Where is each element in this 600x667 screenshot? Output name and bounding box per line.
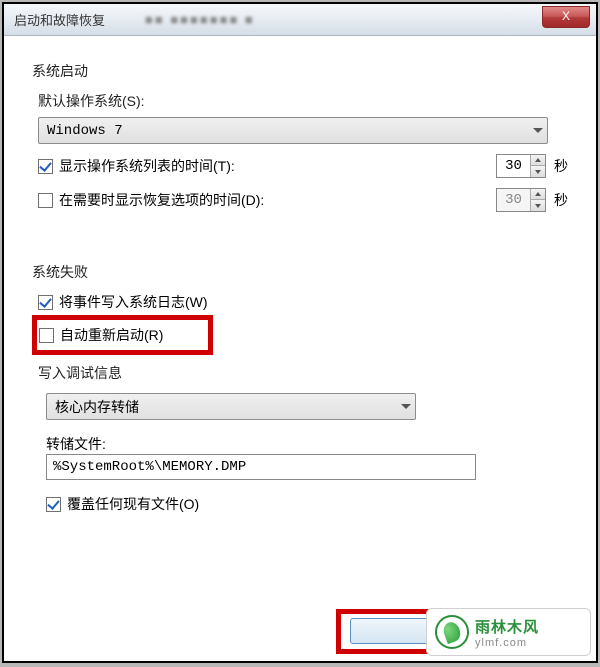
spinner-down-button[interactable] [531, 166, 545, 177]
auto-restart-highlight: 自动重新启动(R) [32, 315, 213, 355]
arrow-up-icon [535, 192, 541, 196]
system-failure-section: 系统失败 [32, 262, 568, 282]
arrow-down-icon [535, 204, 541, 208]
seconds-unit: 秒 [554, 156, 568, 176]
overwrite-checkbox[interactable] [46, 497, 61, 512]
watermark-url: ylmf.com [475, 637, 539, 649]
blurred-title-extra: ■■ ■■■■■■■ ■ [145, 12, 255, 27]
default-os-dropdown[interactable]: Windows 7 [38, 117, 548, 144]
os-list-time-spinner[interactable]: 30 [496, 154, 546, 178]
show-recovery-row: 在需要时显示恢复选项的时间(D): 30 秒 [38, 188, 568, 212]
auto-restart-checkbox[interactable] [39, 328, 54, 343]
titlebar: 启动和故障恢复 ■■ ■■■■■■■ ■ X [4, 4, 596, 36]
spinner-up-button[interactable] [531, 189, 545, 200]
show-recovery-label: 在需要时显示恢复选项的时间(D): [59, 190, 496, 210]
show-os-list-row: 显示操作系统列表的时间(T): 30 秒 [38, 154, 568, 178]
system-startup-section: 系统启动 [32, 61, 568, 81]
window-title: 启动和故障恢复 [14, 10, 105, 29]
default-os-label: 默认操作系统(S): [38, 91, 568, 111]
recovery-time-spinner[interactable]: 30 [496, 188, 546, 212]
watermark-title: 雨林木风 [475, 616, 539, 637]
chevron-down-icon [533, 128, 543, 133]
dialog-content: 系统启动 默认操作系统(S): Windows 7 显示操作系统列表的时间(T)… [4, 36, 596, 514]
show-os-list-label: 显示操作系统列表的时间(T): [59, 156, 496, 176]
recovery-time-value: 30 [497, 192, 530, 208]
write-event-checkbox[interactable] [38, 295, 53, 310]
spinner-up-button[interactable] [531, 155, 545, 166]
write-event-label: 将事件写入系统日志(W) [59, 292, 568, 312]
default-os-value: Windows 7 [47, 123, 123, 139]
dump-file-label: 转储文件: [46, 434, 568, 454]
auto-restart-label: 自动重新启动(R) [60, 325, 163, 345]
debug-type-value: 核心内存转储 [55, 397, 139, 417]
spinner-down-button[interactable] [531, 200, 545, 211]
arrow-down-icon [535, 170, 541, 174]
watermark-badge: 雨林木风 ylmf.com [426, 608, 591, 656]
write-event-row: 将事件写入系统日志(W) [38, 292, 568, 312]
close-icon: X [562, 9, 570, 23]
show-os-list-checkbox[interactable] [38, 159, 53, 174]
debug-info-section: 写入调试信息 [38, 363, 568, 383]
overwrite-label: 覆盖任何现有文件(O) [67, 494, 568, 514]
show-recovery-checkbox[interactable] [38, 193, 53, 208]
overwrite-row: 覆盖任何现有文件(O) [46, 494, 568, 514]
seconds-unit: 秒 [554, 190, 568, 210]
dump-file-value: %SystemRoot%\MEMORY.DMP [53, 459, 246, 475]
chevron-down-icon [401, 404, 411, 409]
leaf-logo-icon [435, 615, 469, 649]
debug-type-dropdown[interactable]: 核心内存转储 [46, 393, 416, 420]
os-list-time-value: 30 [497, 158, 530, 174]
arrow-up-icon [535, 158, 541, 162]
close-button[interactable]: X [542, 6, 590, 28]
dump-file-input[interactable]: %SystemRoot%\MEMORY.DMP [46, 454, 476, 480]
